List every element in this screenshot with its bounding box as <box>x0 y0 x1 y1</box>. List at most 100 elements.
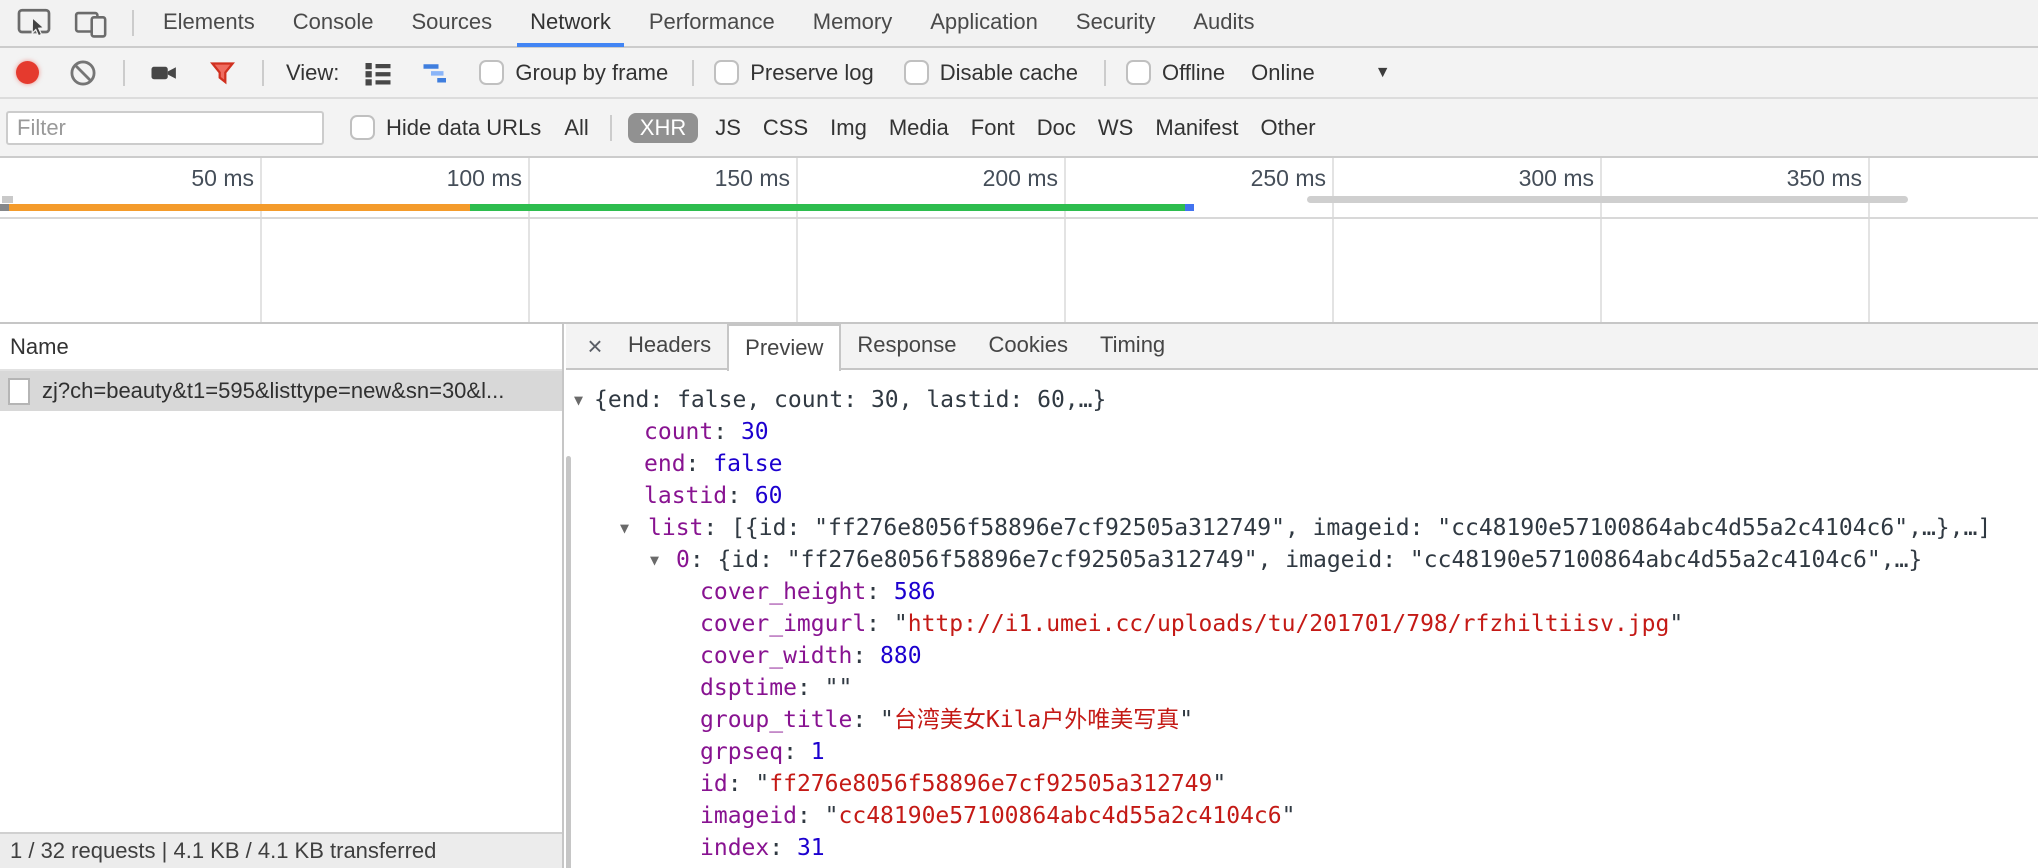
filter-type-doc[interactable]: Doc <box>1026 115 1087 141</box>
json-text: : <box>783 739 811 765</box>
detail-tab-label: Preview <box>745 335 823 360</box>
detail-tab-response[interactable]: Response <box>841 323 972 369</box>
name-column-label: Name <box>0 334 69 360</box>
detail-tab-label: Response <box>857 332 956 357</box>
tab-sources[interactable]: Sources <box>392 0 511 47</box>
preview-tree-row[interactable]: cover_imgurl: "http://i1.umei.cc/uploads… <box>566 608 2038 640</box>
preview-tree-row[interactable]: ▼0: {id: "ff276e8056f58896e7cf92505a3127… <box>566 544 2038 576</box>
detail-tab-cookies[interactable]: Cookies <box>972 323 1083 369</box>
preview-tree-row[interactable]: id: "ff276e8056f58896e7cf92505a312749" <box>566 768 2038 800</box>
separator <box>692 60 694 86</box>
preview-tree-row[interactable]: ▼list: [{id: "ff276e8056f58896e7cf92505a… <box>566 512 2038 544</box>
checkbox[interactable] <box>714 60 739 85</box>
checkbox[interactable] <box>904 60 929 85</box>
network-toolbar: View: Group by frame Preserve log <box>0 48 2038 99</box>
name-column-header[interactable]: Name <box>0 324 562 371</box>
preview-tree-row[interactable]: index: 31 <box>566 832 2038 864</box>
detail-tab-timing[interactable]: Timing <box>1084 323 1181 369</box>
screenshot-camera-icon[interactable] <box>149 58 179 88</box>
tab-console[interactable]: Console <box>274 0 393 47</box>
preview-tree-row[interactable]: dsptime: "" <box>566 672 2038 704</box>
timeline-gridline <box>1600 158 1602 322</box>
chevron-down-icon[interactable]: ▼ <box>1375 64 1391 82</box>
preview-tree-row[interactable]: end: false <box>566 448 2038 480</box>
preview-tree-row[interactable]: count: 30 <box>566 416 2038 448</box>
filter-type-all[interactable]: All <box>553 115 599 141</box>
filter-type-css[interactable]: CSS <box>752 115 819 141</box>
json-key: 0 <box>676 547 690 573</box>
json-quote: " <box>1179 707 1193 733</box>
filter-type-img[interactable]: Img <box>819 115 878 141</box>
preview-tree-row[interactable]: pictotal: 30 <box>566 864 2038 868</box>
network-split-view: Name zj?ch=beauty&t1=595&listtype=new&sn… <box>0 322 2038 868</box>
timeline-tick-label: 100 ms <box>272 160 522 196</box>
inspect-element-icon[interactable] <box>16 5 52 41</box>
waterfall-segment-download <box>470 204 1185 211</box>
json-value-number: 1 <box>811 739 825 765</box>
filter-type-js[interactable]: JS <box>704 115 752 141</box>
preview-tree-row[interactable]: grpseq: 1 <box>566 736 2038 768</box>
disable-cache-checkbox[interactable]: Disable cache <box>904 60 1078 86</box>
json-key: imageid <box>700 803 797 829</box>
json-key: cover_height <box>700 579 866 605</box>
tab-application[interactable]: Application <box>911 0 1057 47</box>
filter-type-other[interactable]: Other <box>1250 115 1327 141</box>
checkbox[interactable] <box>350 115 375 140</box>
filter-type-manifest[interactable]: Manifest <box>1144 115 1249 141</box>
throttling-select[interactable]: Online <box>1251 60 1315 86</box>
checkbox[interactable] <box>1126 60 1151 85</box>
filter-type-ws[interactable]: WS <box>1087 115 1144 141</box>
json-value-number: false <box>713 451 782 477</box>
json-text: : <box>769 835 797 861</box>
clear-button[interactable] <box>69 59 97 87</box>
detail-tab-label: Timing <box>1100 332 1165 357</box>
json-quote: "" <box>825 675 853 701</box>
preserve-log-checkbox[interactable]: Preserve log <box>714 60 874 86</box>
device-toolbar-icon[interactable] <box>74 6 108 40</box>
filter-type-media[interactable]: Media <box>878 115 960 141</box>
horizontal-scrollbar-thumb[interactable] <box>1307 196 1908 203</box>
detail-tab-preview[interactable]: Preview <box>727 324 841 371</box>
tab-label: Network <box>530 9 611 34</box>
preview-tree-row[interactable]: ▼{end: false, count: 30, lastid: 60,…} <box>566 384 2038 416</box>
preview-tree-row[interactable]: cover_height: 586 <box>566 576 2038 608</box>
tab-network[interactable]: Network <box>511 0 630 47</box>
tab-memory[interactable]: Memory <box>794 0 911 47</box>
preview-tree-row[interactable]: imageid: "cc48190e57100864abc4d55a2c4104… <box>566 800 2038 832</box>
record-button[interactable] <box>16 61 39 84</box>
request-row-selected[interactable]: zj?ch=beauty&t1=595&listtype=new&sn=30&l… <box>0 371 562 411</box>
tab-performance[interactable]: Performance <box>630 0 794 47</box>
waterfall-view-icon[interactable] <box>421 58 451 88</box>
overview-request-bar <box>0 204 2038 211</box>
waterfall-segment-marker <box>1185 204 1194 211</box>
filter-input[interactable] <box>6 111 324 145</box>
expand-arrow-icon[interactable]: ▼ <box>574 384 583 416</box>
json-value-number: 31 <box>797 835 825 861</box>
checkbox-label: Preserve log <box>750 60 874 86</box>
group-by-frame-checkbox[interactable]: Group by frame <box>479 60 668 86</box>
tab-elements[interactable]: Elements <box>144 0 274 47</box>
request-details-panel: × Headers Preview Response Cookies Timing ▼{… <box>566 324 2038 868</box>
filter-type-xhr[interactable]: XHR <box>628 113 698 143</box>
tab-audits[interactable]: Audits <box>1174 0 1273 47</box>
filter-funnel-icon[interactable] <box>209 59 236 86</box>
network-overview[interactable]: 50 ms100 ms150 ms200 ms250 ms300 ms350 m… <box>0 158 2038 322</box>
list-view-icon[interactable] <box>363 58 393 88</box>
tab-security[interactable]: Security <box>1057 0 1174 47</box>
offline-checkbox[interactable]: Offline <box>1126 60 1225 86</box>
filter-type-font[interactable]: Font <box>960 115 1026 141</box>
tab-label: Memory <box>813 9 892 34</box>
preview-tree-row[interactable]: lastid: 60 <box>566 480 2038 512</box>
hide-data-urls-checkbox[interactable]: Hide data URLs <box>350 115 541 141</box>
preview-tree-row[interactable]: cover_width: 880 <box>566 640 2038 672</box>
close-icon[interactable]: × <box>578 324 612 368</box>
expand-arrow-icon[interactable]: ▼ <box>620 512 629 544</box>
timeline-tick-label: 350 ms <box>1612 160 1862 196</box>
devtools-window: ElementsConsoleSources Network Performance… <box>0 0 2038 868</box>
detail-tab-headers[interactable]: Headers <box>612 323 727 369</box>
preview-tree-row[interactable]: group_title: "台湾美女Kila户外唯美写真" <box>566 704 2038 736</box>
json-quote: " <box>1669 611 1683 637</box>
expand-arrow-icon[interactable]: ▼ <box>650 544 659 576</box>
json-text: : <box>866 611 894 637</box>
checkbox[interactable] <box>479 60 504 85</box>
